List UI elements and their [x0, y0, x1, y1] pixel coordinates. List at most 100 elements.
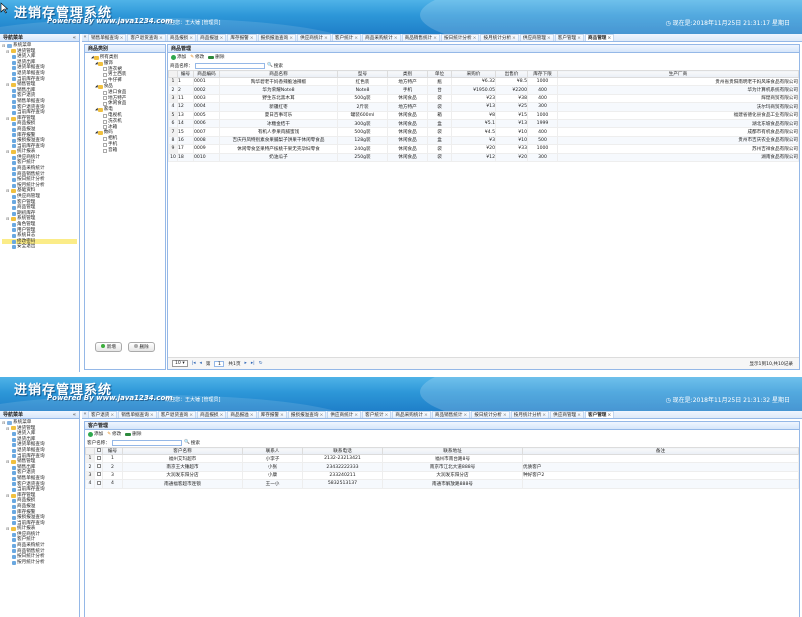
close-icon[interactable]: ×: [385, 413, 389, 418]
collapse-icon[interactable]: «: [73, 34, 76, 42]
row-checkbox[interactable]: [96, 455, 101, 460]
search-button[interactable]: 🔍 搜索: [184, 440, 200, 446]
column-header[interactable]: 编号: [102, 447, 123, 455]
table-row[interactable]: 6 14 0006 冰糖金桔干 300g装 休闲食品盒 ¥5.1 ¥13 1999 湖北东坡食品有…: [168, 118, 799, 129]
tab-item[interactable]: 商品报溢×: [227, 411, 257, 418]
tab-item[interactable]: 按日统计分析×: [441, 34, 480, 41]
close-icon[interactable]: ×: [542, 413, 546, 418]
tab-item[interactable]: 商品采购统计×: [362, 34, 401, 41]
close-icon[interactable]: ×: [547, 36, 551, 41]
column-header[interactable]: 型号: [337, 70, 388, 78]
row-checkbox-cell[interactable]: [94, 470, 103, 481]
tab-item[interactable]: 商品管理×: [585, 34, 615, 41]
tab-item[interactable]: 销售单据查询×: [88, 34, 127, 41]
column-header[interactable]: 客户名称: [122, 447, 243, 455]
table-row[interactable]: 2 2 0002 华为荣耀Note8 Note8 手机台 ¥1950.05 ¥2200 400 华…: [168, 85, 799, 95]
table-row[interactable]: 1 1 0001 陶华碧老干妈香辣脆油辣椒 红色装 地方特产瓶 ¥6.32 ¥8.5 1000 贵…: [168, 76, 799, 87]
refresh-icon[interactable]: ↻: [259, 361, 263, 366]
edit-button[interactable]: ✎ 修改: [107, 431, 121, 438]
search-input[interactable]: [111, 439, 182, 446]
table-row[interactable]: 7 15 0007 有机人参果肉脯蜜饯 500g装 休闲食品袋 ¥4.5 ¥10 400 成都市有…: [168, 127, 799, 137]
close-icon[interactable]: ×: [280, 413, 284, 418]
tab-item[interactable]: 按月统计分析×: [510, 411, 550, 418]
table-row[interactable]: 8 16 0008 吉庆丹凤特别素食果脯梨子饼果干休闲零食品 128g装 休闲食品盒 ¥3 ¥…: [168, 135, 799, 146]
table-row[interactable]: 10 18 0010 奶油瓜子 250g装 休闲食品袋 ¥12 ¥20 300 湖南食品有限公司: [168, 152, 799, 162]
close-icon[interactable]: ×: [250, 36, 254, 41]
close-icon[interactable]: ×: [110, 413, 114, 418]
close-icon[interactable]: ×: [250, 413, 254, 418]
tab-item[interactable]: 供应商统计×: [297, 34, 331, 41]
table-row[interactable]: 5 13 0005 夏日百事可乐 罐装600ml 休闲食品箱 ¥8 ¥15 1000 福建省德化县…: [168, 110, 799, 120]
close-icon[interactable]: ×: [577, 413, 581, 418]
close-icon[interactable]: ×: [354, 413, 358, 418]
close-icon[interactable]: ×: [220, 36, 224, 41]
close-icon[interactable]: ×: [324, 36, 328, 41]
add-button[interactable]: 添加: [88, 431, 103, 437]
tab-item[interactable]: 按月统计分析×: [480, 34, 519, 41]
close-icon[interactable]: ×: [512, 36, 516, 41]
tab-item[interactable]: 商品报溢×: [197, 34, 227, 41]
row-checkbox-cell[interactable]: [94, 453, 103, 464]
add-button[interactable]: 添加: [171, 54, 186, 60]
close-icon[interactable]: ×: [354, 36, 358, 41]
last-page-button[interactable]: ▸|: [251, 361, 255, 366]
close-icon[interactable]: ×: [577, 36, 581, 41]
close-icon[interactable]: ×: [607, 36, 611, 41]
tab-item[interactable]: 商品报损×: [166, 34, 197, 41]
search-input[interactable]: [194, 62, 265, 69]
table-row[interactable]: 4 12 0004 新疆红枣 2斤装 地方特产袋 ¥13 ¥25 300 沃尔玛商贸有限公司: [168, 102, 799, 112]
tab-item[interactable]: 客户退货×: [88, 411, 118, 418]
column-header[interactable]: 库存下限: [527, 70, 558, 78]
tab-item[interactable]: 报损报溢查询×: [287, 411, 327, 418]
tab-item[interactable]: 供应商管理×: [550, 411, 584, 418]
tab-item[interactable]: 客户管理×: [585, 411, 615, 418]
checkbox-header[interactable]: [94, 447, 103, 455]
category-add-button[interactable]: 新增: [95, 342, 122, 352]
table-row[interactable]: 1 1 福州艾玛超市 小李子 2132-23213421 福州市南台路8号: [85, 453, 799, 464]
column-header[interactable]: 类别: [387, 70, 428, 78]
column-header[interactable]: 生产厂商: [557, 70, 799, 78]
close-icon[interactable]: ×: [503, 413, 507, 418]
page-size-select[interactable]: 10 ▾: [172, 360, 188, 367]
column-header[interactable]: 商品编码: [193, 70, 220, 78]
tree-item[interactable]: 按月统计分析: [2, 560, 77, 566]
tab-item[interactable]: 销售单据查询×: [118, 411, 157, 418]
tree-item[interactable]: 安全退出: [2, 244, 77, 250]
tab-item[interactable]: 商品销售统计×: [401, 34, 441, 41]
tab-item[interactable]: 库存报警×: [257, 411, 287, 418]
tab-item[interactable]: 商品报损×: [197, 411, 227, 418]
tab-item[interactable]: 库存报警×: [227, 34, 257, 41]
first-page-button[interactable]: |◂: [192, 361, 196, 366]
column-header[interactable]: 备注: [522, 447, 799, 455]
edit-button[interactable]: ✎ 修改: [190, 54, 204, 61]
column-header[interactable]: 采购价: [451, 70, 496, 78]
column-header[interactable]: 商品名称: [219, 70, 338, 78]
column-header[interactable]: 出售价: [495, 70, 528, 78]
tab-item[interactable]: 客户退货查询×: [127, 34, 166, 41]
close-icon[interactable]: ×: [607, 413, 611, 418]
tab-item[interactable]: 商品采购统计×: [392, 411, 431, 418]
close-icon[interactable]: ×: [120, 36, 124, 41]
close-icon[interactable]: ×: [433, 36, 437, 41]
close-icon[interactable]: ×: [189, 36, 193, 41]
row-checkbox[interactable]: [96, 472, 101, 477]
row-checkbox[interactable]: [96, 480, 101, 485]
table-row[interactable]: 9 17 0009 休闲零食坚果特产核桃干果无壳孕妇零食 240g装 休闲食品袋 ¥20 ¥3…: [168, 144, 799, 154]
tab-item[interactable]: 客户管理×: [554, 34, 584, 41]
close-icon[interactable]: ×: [150, 413, 154, 418]
column-header[interactable]: 单位: [427, 70, 452, 78]
delete-button[interactable]: 删除: [125, 431, 141, 437]
row-checkbox-cell[interactable]: [94, 479, 103, 489]
search-button[interactable]: 🔍 搜索: [267, 63, 283, 69]
column-header[interactable]: 联系电话: [302, 447, 383, 455]
tab-item[interactable]: 按日统计分析×: [471, 411, 510, 418]
table-row[interactable]: 3 3 大润发东阳分店 小康 233240211 大润发东阳分店 种好客户2: [85, 470, 799, 481]
tab-item[interactable]: 供应商管理×: [519, 34, 554, 41]
next-page-button[interactable]: ▸: [245, 361, 247, 366]
delete-button[interactable]: 删除: [208, 54, 224, 60]
tab-item[interactable]: 客户退货查询×: [157, 411, 197, 418]
column-header[interactable]: 编号: [177, 70, 194, 78]
table-row[interactable]: 2 2 南京王大锤超市 小张 23432222333 南京市江北大道888号 优质客户: [85, 462, 799, 472]
category-delete-button[interactable]: 删除: [128, 342, 155, 352]
column-header[interactable]: 联系地址: [382, 447, 523, 455]
